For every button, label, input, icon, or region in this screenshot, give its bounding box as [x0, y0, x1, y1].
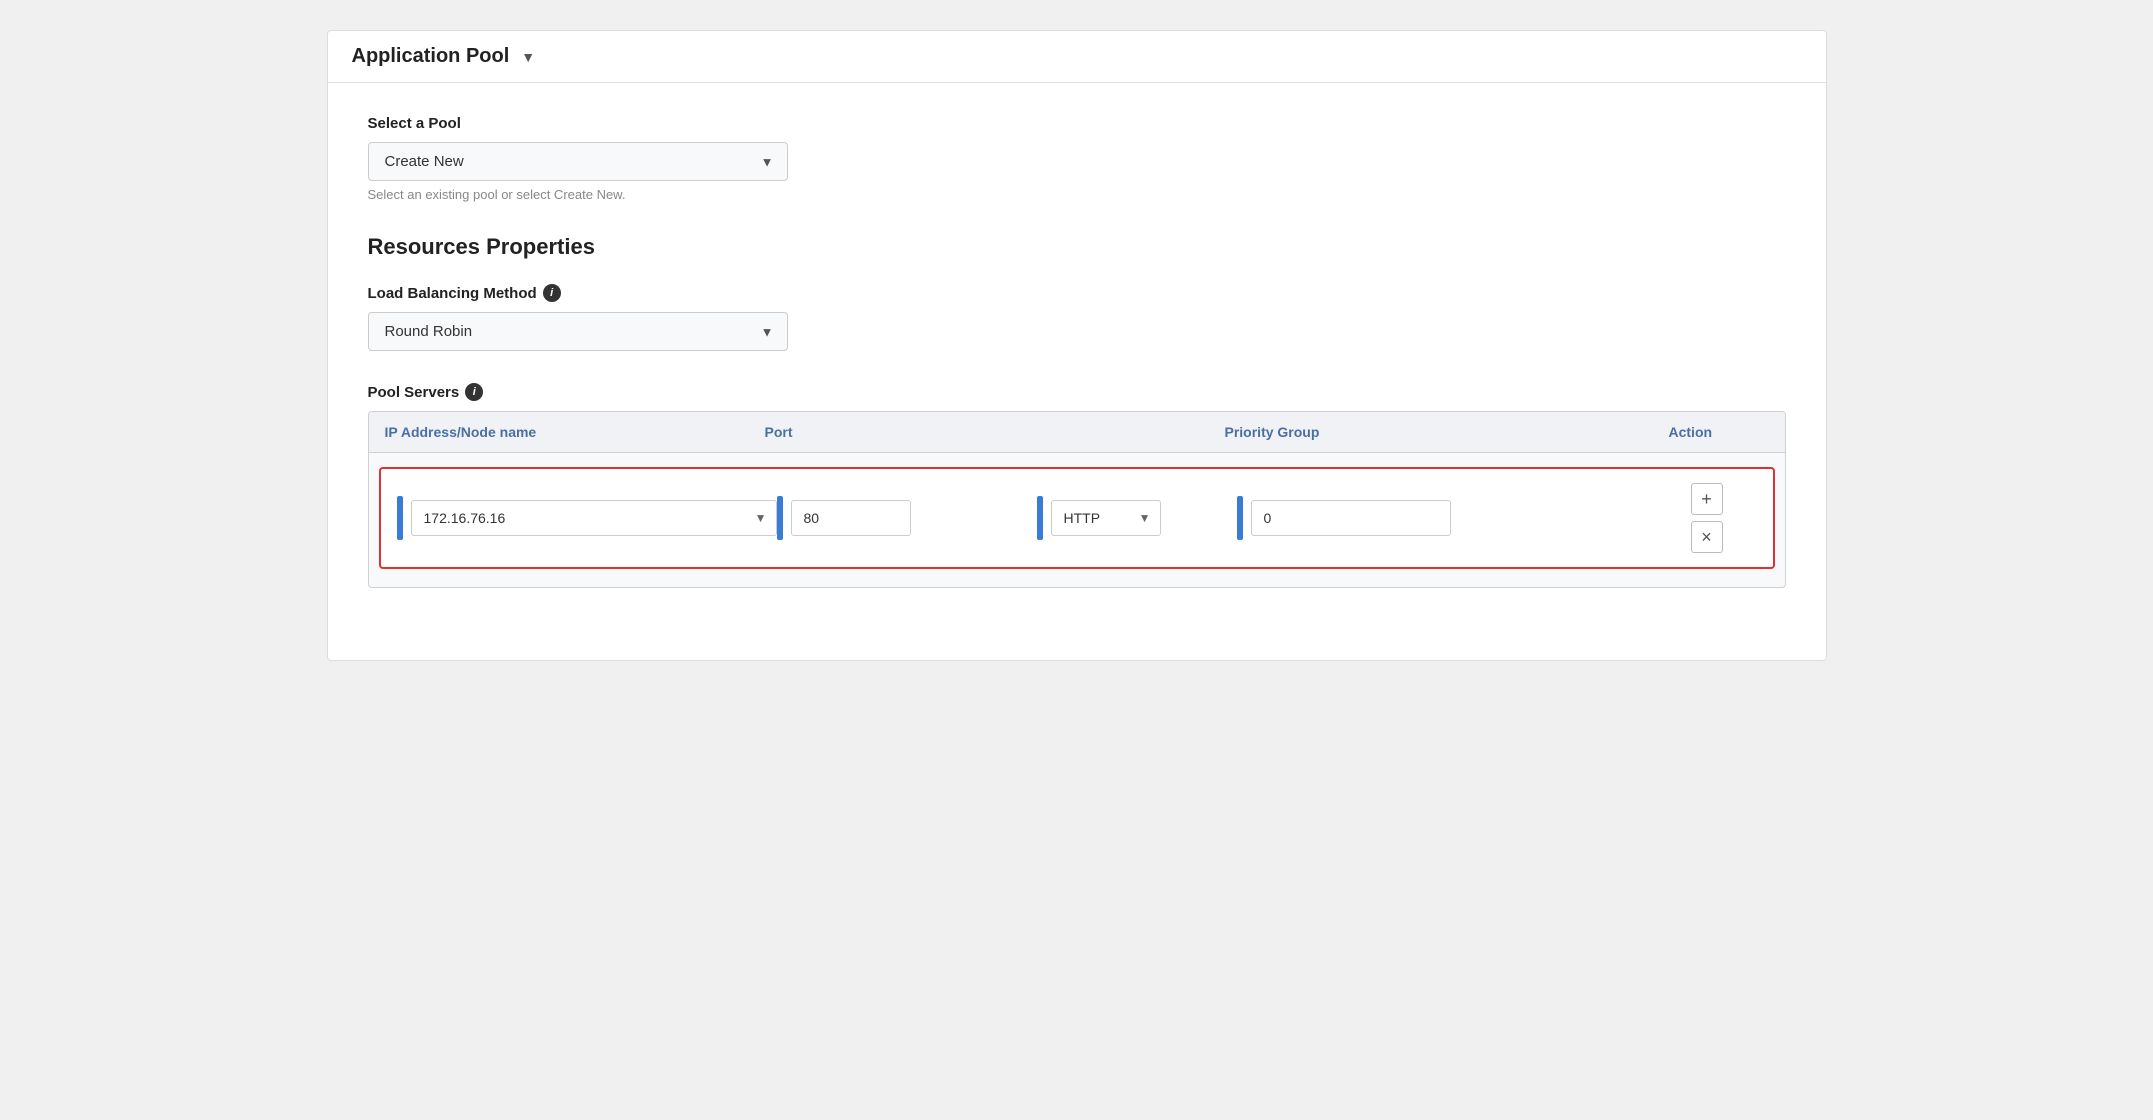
protocol-dropdown[interactable]: HTTP HTTPS TCP: [1051, 500, 1161, 536]
blue-bar-ip: [397, 496, 403, 540]
column-protocol: [1025, 424, 1225, 440]
select-pool-dropdown[interactable]: Create New Pool 1 Pool 2: [368, 142, 788, 181]
table-header: IP Address/Node name Port Priority Group…: [369, 412, 1785, 453]
table-row: 172.16.76.16 192.168.1.1 10.0.0.1 ▼: [379, 467, 1775, 569]
protocol-select-wrapper: HTTP HTTPS TCP ▼: [1051, 500, 1161, 536]
column-ip: IP Address/Node name: [385, 424, 765, 440]
page-title: Application Pool: [352, 45, 510, 68]
pool-servers-section: Pool Servers i IP Address/Node name Port…: [368, 383, 1786, 588]
priority-input[interactable]: [1251, 500, 1451, 536]
select-pool-helper: Select an existing pool or select Create…: [368, 187, 1786, 202]
priority-cell: [1237, 496, 1657, 540]
pool-servers-table: IP Address/Node name Port Priority Group…: [368, 411, 1786, 588]
select-pool-section: Select a Pool Create New Pool 1 Pool 2 ▼…: [368, 115, 1786, 202]
load-balancing-section: Load Balancing Method i Round Robin Leas…: [368, 284, 1786, 351]
ip-address-dropdown[interactable]: 172.16.76.16 192.168.1.1 10.0.0.1: [411, 500, 777, 536]
load-balancing-label: Load Balancing Method i: [368, 284, 1786, 302]
port-input[interactable]: [791, 500, 911, 536]
ip-cell: 172.16.76.16 192.168.1.1 10.0.0.1 ▼: [397, 496, 777, 540]
blue-bar-protocol: [1037, 496, 1043, 540]
select-pool-label: Select a Pool: [368, 115, 1786, 132]
blue-bar-port: [777, 496, 783, 540]
resources-title: Resources Properties: [368, 234, 1786, 260]
blue-bar-priority: [1237, 496, 1243, 540]
table-body: 172.16.76.16 192.168.1.1 10.0.0.1 ▼: [369, 453, 1785, 587]
action-cell: + ×: [1657, 483, 1757, 553]
card-body: Select a Pool Create New Pool 1 Pool 2 ▼…: [328, 83, 1826, 660]
column-port: Port: [765, 424, 1025, 440]
resources-section: Resources Properties Load Balancing Meth…: [368, 234, 1786, 588]
card-header: Application Pool ▼: [328, 31, 1826, 83]
protocol-cell: HTTP HTTPS TCP ▼: [1037, 496, 1237, 540]
column-priority: Priority Group: [1225, 424, 1669, 440]
select-pool-wrapper: Create New Pool 1 Pool 2 ▼: [368, 142, 788, 181]
column-action: Action: [1669, 424, 1769, 440]
ip-select-wrapper: 172.16.76.16 192.168.1.1 10.0.0.1 ▼: [411, 500, 777, 536]
port-cell: [777, 496, 1037, 540]
pool-servers-label: Pool Servers i: [368, 383, 1786, 401]
add-row-button[interactable]: +: [1691, 483, 1723, 515]
chevron-down-icon[interactable]: ▼: [521, 49, 535, 65]
remove-row-button[interactable]: ×: [1691, 521, 1723, 553]
info-icon[interactable]: i: [543, 284, 561, 302]
info-icon[interactable]: i: [465, 383, 483, 401]
load-balancing-wrapper: Round Robin Least Connections IP Hash ▼: [368, 312, 788, 351]
load-balancing-dropdown[interactable]: Round Robin Least Connections IP Hash: [368, 312, 788, 351]
